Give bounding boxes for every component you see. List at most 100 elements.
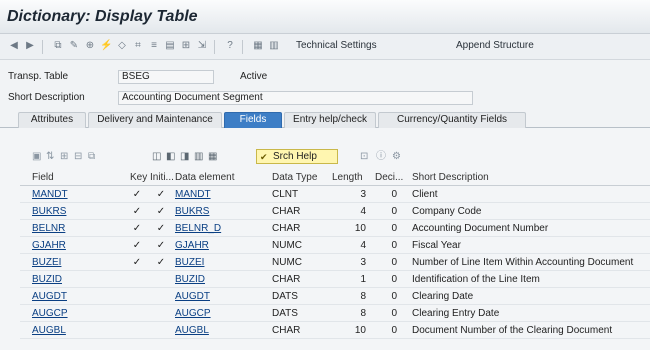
data-element-cell[interactable]: MANDT [175, 187, 265, 203]
table-row[interactable]: AUGCP AUGCP DATS 8 0 Clearing Entry Date [20, 306, 650, 322]
tab-strip: Attributes Delivery and Maintenance Fiel… [0, 110, 650, 128]
info-icon[interactable]: ⓘ [376, 151, 386, 163]
print-icon[interactable]: ▦ [252, 40, 264, 52]
nav-icon[interactable]: ⇲ [196, 40, 208, 52]
field-name-cell[interactable]: AUGBL [32, 323, 122, 339]
data-element-cell[interactable]: BUZEI [175, 255, 265, 271]
initial-values-checkbox[interactable] [154, 306, 168, 322]
initial-values-checkbox[interactable] [154, 289, 168, 305]
key-checkbox[interactable] [130, 306, 144, 322]
key-checkbox[interactable] [130, 289, 144, 305]
test-icon[interactable]: ◇ [116, 40, 128, 52]
initial-values-checkbox[interactable] [154, 323, 168, 339]
table-row[interactable]: BUKRS ✓ ✓ BUKRS CHAR 4 0 Company Code [20, 204, 650, 220]
key-checkbox[interactable]: ✓ [130, 255, 144, 271]
field-name-cell[interactable]: AUGCP [32, 306, 122, 322]
table-name-field[interactable]: BSEG [118, 70, 214, 84]
data-element-icon[interactable]: ◧ [166, 151, 175, 163]
field-name-cell[interactable]: MANDT [32, 187, 122, 203]
field-name-cell[interactable]: AUGDT [32, 289, 122, 305]
insert-row-icon[interactable]: ⊞ [60, 151, 68, 163]
object-list-icon[interactable]: ≡ [148, 40, 160, 52]
field-name-cell[interactable]: BUKRS [32, 204, 122, 220]
column-short-description[interactable]: Short Description [412, 170, 650, 186]
fields-panel: ▣ ⇅ ⊞ ⊟ ⧉ ◫ ◧ ◨ ▥ ▦ ✔ Srch Help ⊡ ⓘ ⚙ Fi… [0, 128, 650, 350]
table-row[interactable]: BUZID BUZID CHAR 1 0 Identification of the Li… [20, 272, 650, 288]
initial-values-checkbox[interactable]: ✓ [154, 221, 168, 237]
data-element-cell[interactable]: BUKRS [175, 204, 265, 220]
tab-fields[interactable]: Fields [224, 112, 282, 128]
data-element-cell[interactable]: BELNR_D [175, 221, 265, 237]
toolbar-separator [42, 40, 43, 54]
append-structure-button[interactable]: Append Structure [456, 40, 534, 51]
where-used-icon[interactable]: ⌗ [132, 40, 144, 52]
initial-values-checkbox[interactable]: ✓ [154, 204, 168, 220]
search-help-label: Srch Help [273, 151, 317, 162]
table-row[interactable]: BUZEI ✓ ✓ BUZEI NUMC 3 0 Number of Line Item Wi… [20, 255, 650, 271]
tab-entry-help-check[interactable]: Entry help/check [284, 112, 376, 128]
navigation-window-icon[interactable]: ⊞ [180, 40, 192, 52]
table-row[interactable]: MANDT ✓ ✓ MANDT CLNT 3 0 Client [20, 187, 650, 203]
length-cell: 10 [354, 325, 366, 336]
technical-settings-button[interactable]: Technical Settings [296, 40, 377, 51]
table-row[interactable]: AUGDT AUGDT DATS 8 0 Clearing Date [20, 289, 650, 305]
forward-arrow-icon[interactable]: ▶ [24, 40, 36, 52]
column-decimals[interactable]: Deci... [375, 170, 405, 186]
key-checkbox[interactable]: ✓ [130, 221, 144, 237]
column-field[interactable]: Field [32, 170, 122, 186]
column-data-element[interactable]: Data element [175, 170, 265, 186]
search-help-button[interactable]: ✔ Srch Help [256, 149, 338, 164]
layout-icon[interactable]: ▥ [194, 151, 203, 163]
data-type-cell: NUMC [272, 240, 302, 251]
field-name-cell[interactable]: BUZID [32, 272, 122, 288]
display-object-list-icon[interactable]: ▤ [164, 40, 176, 52]
initial-values-checkbox[interactable]: ✓ [154, 255, 168, 271]
key-checkbox[interactable]: ✓ [130, 187, 144, 203]
short-description-field[interactable]: Accounting Document Segment [118, 91, 473, 105]
initial-values-checkbox[interactable]: ✓ [154, 187, 168, 203]
help-icon[interactable]: ? [224, 40, 236, 52]
settings-icon[interactable]: ⚙ [392, 151, 401, 163]
table-row[interactable]: GJAHR ✓ ✓ GJAHR NUMC 4 0 Fiscal Year [20, 238, 650, 254]
table-row[interactable]: BELNR ✓ ✓ BELNR_D CHAR 10 0 Accounting Document… [20, 221, 650, 237]
decimals-cell: 0 [391, 206, 397, 217]
column-data-type[interactable]: Data Type [272, 170, 332, 186]
check-icon[interactable]: ⊕ [84, 40, 96, 52]
predefined-type-icon[interactable]: ◫ [152, 151, 161, 163]
data-element-cell[interactable]: AUGBL [175, 323, 265, 339]
field-name-cell[interactable]: BUZEI [32, 255, 122, 271]
data-element-cell[interactable]: AUGDT [175, 289, 265, 305]
key-checkbox[interactable] [130, 272, 144, 288]
initial-values-checkbox[interactable] [154, 272, 168, 288]
field-name-cell[interactable]: GJAHR [32, 238, 122, 254]
key-checkbox[interactable] [130, 323, 144, 339]
delete-row-icon[interactable]: ⊟ [74, 151, 82, 163]
activate-icon[interactable]: ⚡ [100, 40, 112, 52]
tab-delivery-and-maintenance[interactable]: Delivery and Maintenance [88, 112, 222, 128]
length-cell: 10 [354, 223, 366, 234]
key-checkbox[interactable]: ✓ [130, 238, 144, 254]
field-name-cell[interactable]: BELNR [32, 221, 122, 237]
sort-icon[interactable]: ⇅ [46, 151, 54, 163]
domain-icon[interactable]: ◨ [180, 151, 189, 163]
table-row[interactable]: AUGBL AUGBL CHAR 10 0 Document Number of the … [20, 323, 650, 339]
position-icon[interactable]: ⊡ [360, 151, 368, 163]
length-cell: 8 [360, 308, 366, 319]
column-initial[interactable]: Initi... [150, 170, 176, 186]
layout-icon[interactable]: ▥ [268, 40, 280, 52]
other-object-icon[interactable]: ⧉ [52, 40, 64, 52]
initial-values-checkbox[interactable]: ✓ [154, 238, 168, 254]
copy-icon[interactable]: ⧉ [88, 151, 95, 163]
tab-currency-quantity-fields[interactable]: Currency/Quantity Fields [378, 112, 526, 128]
details-icon[interactable]: ▦ [208, 151, 217, 163]
toggle-display-change-icon[interactable]: ✎ [68, 40, 80, 52]
back-arrow-icon[interactable]: ◀ [8, 40, 20, 52]
data-element-cell[interactable]: GJAHR [175, 238, 265, 254]
short-description-cell: Company Code [412, 206, 482, 217]
filter-icon[interactable]: ▣ [32, 151, 41, 163]
key-checkbox[interactable]: ✓ [130, 204, 144, 220]
tab-attributes[interactable]: Attributes [18, 112, 86, 128]
column-length[interactable]: Length [332, 170, 374, 186]
data-element-cell[interactable]: AUGCP [175, 306, 265, 322]
data-element-cell[interactable]: BUZID [175, 272, 265, 288]
